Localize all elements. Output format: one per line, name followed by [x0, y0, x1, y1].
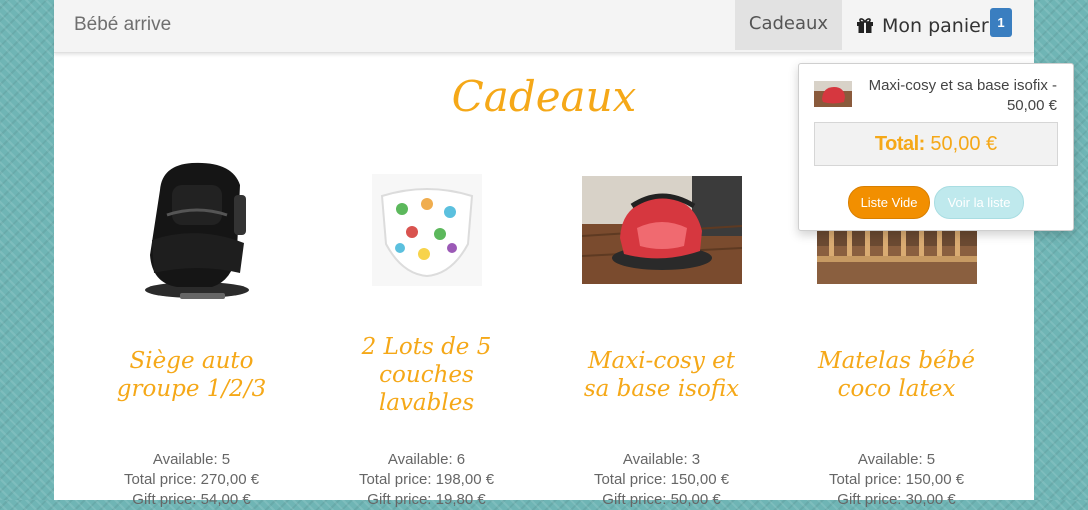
product-name[interactable]: Maxi-cosy et sa base isofix	[577, 347, 747, 403]
product-card[interactable]: 2 Lots de 5 couches lavables Available: …	[309, 140, 544, 510]
product-card[interactable]: Maxi-cosy et sa base isofix Available: 3…	[544, 140, 779, 510]
product-available: Available: 5	[152, 451, 231, 468]
cart-total-value: 50,00 €	[930, 133, 998, 155]
product-total-price: Total price: 198,00 €	[358, 471, 495, 488]
maxi-cosy-image	[581, 176, 742, 284]
product-card[interactable]: Siège auto groupe 1/2/3 Available: 5 Tot…	[74, 140, 309, 510]
product-gift-price: Gift price: 50,00 €	[602, 491, 721, 508]
cart-dropdown: Maxi-cosy et sa base isofix - 50,00 € To…	[798, 63, 1074, 231]
product-total-price: Total price: 150,00 €	[593, 471, 730, 488]
nav-gifts-link[interactable]: Cadeaux	[735, 0, 842, 50]
product-available: Available: 5	[857, 451, 936, 468]
cart-item-thumbnail	[814, 81, 852, 107]
product-total-price: Total price: 270,00 €	[123, 471, 260, 488]
product-image[interactable]	[544, 140, 779, 320]
product-gift-price: Gift price: 30,00 €	[837, 491, 956, 508]
product-gift-price: Gift price: 19,80 €	[367, 491, 486, 508]
product-gift-price: Gift price: 54,00 €	[132, 491, 251, 508]
car-seat-image	[144, 162, 249, 299]
gift-icon	[857, 18, 873, 33]
product-available: Available: 6	[387, 451, 466, 468]
view-list-button[interactable]: Voir la liste	[934, 186, 1024, 219]
product-image[interactable]	[74, 140, 309, 320]
top-navbar: Bébé arrive Cadeaux Mon panier 1	[54, 0, 1034, 53]
diaper-image	[371, 174, 482, 286]
product-name[interactable]: Matelas bébé coco latex	[812, 347, 982, 403]
cart-item-text: Maxi-cosy et sa base isofix - 50,00 €	[868, 77, 1057, 114]
cart-total-label: Total:	[874, 133, 925, 155]
cart-total: Total: 50,00 €	[814, 122, 1058, 166]
brand-link[interactable]: Bébé arrive	[74, 14, 171, 36]
product-available: Available: 3	[622, 451, 701, 468]
product-name[interactable]: Siège auto groupe 1/2/3	[107, 347, 277, 403]
nav-cart-link[interactable]: Mon panier	[856, 0, 989, 50]
empty-list-button[interactable]: Liste Vide	[848, 186, 930, 219]
product-total-price: Total price: 150,00 €	[828, 471, 965, 488]
cart-label: Mon panier	[882, 15, 989, 37]
product-image[interactable]	[309, 140, 544, 320]
product-name[interactable]: 2 Lots de 5 couches lavables	[342, 333, 512, 417]
cart-count-badge: 1	[990, 8, 1012, 37]
